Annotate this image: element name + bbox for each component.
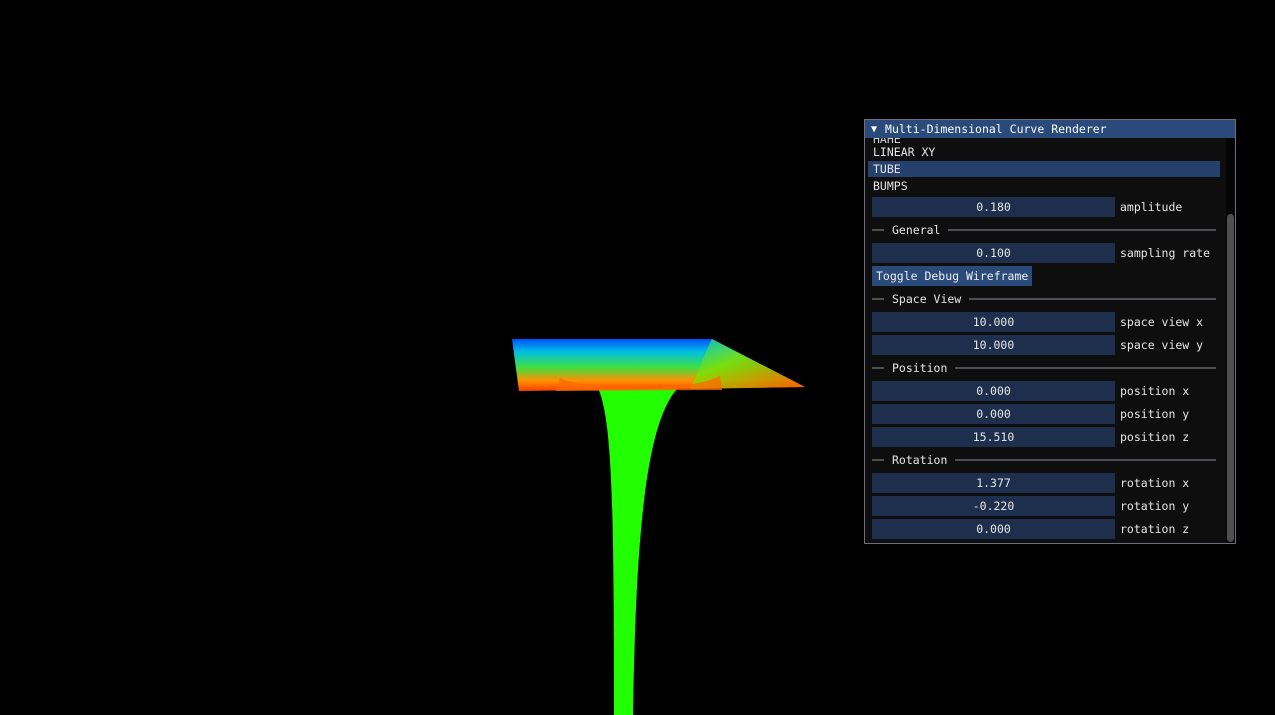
rotation-x-slider[interactable]: 1.377 <box>872 473 1115 493</box>
position-header: Position <box>892 361 948 375</box>
space-view-x-row: 10.000 space view x <box>872 312 1203 332</box>
curve-list-item-bumps[interactable]: BUMPS <box>868 178 1220 194</box>
vertical-scrollbar[interactable] <box>1226 138 1235 543</box>
position-x-slider[interactable]: 0.000 <box>872 381 1115 401</box>
rotation-x-label: rotation x <box>1120 476 1190 490</box>
amplitude-slider[interactable]: 0.180 <box>872 197 1115 217</box>
toggle-debug-wireframe-button[interactable]: Toggle Debug Wireframe <box>872 266 1033 286</box>
space-view-y-slider[interactable]: 10.000 <box>872 335 1115 355</box>
general-header: General <box>892 223 941 237</box>
space-view-y-label: space view y <box>1120 338 1204 352</box>
space-view-x-slider[interactable]: 10.000 <box>872 312 1115 332</box>
space-view-x-label: space view x <box>1120 315 1204 329</box>
position-x-row: 0.000 position x <box>872 381 1189 401</box>
rotation-y-row: -0.220 rotation y <box>872 496 1189 516</box>
window-title: Multi-Dimensional Curve Renderer <box>885 122 1107 136</box>
tube-stem <box>598 388 678 715</box>
rotation-y-slider[interactable]: -0.220 <box>872 496 1115 516</box>
space-view-separator: Space View <box>872 292 1216 306</box>
window-content: HAHE LINEAR XY TUBE BUMPS 0.180 amplitud… <box>865 138 1225 543</box>
position-x-label: position x <box>1120 384 1190 398</box>
rotation-z-row: 0.000 rotation z <box>872 519 1189 539</box>
scrollbar-thumb[interactable] <box>1227 214 1234 542</box>
sampling-rate-row: 0.100 sampling rate <box>872 243 1210 263</box>
sampling-rate-label: sampling rate <box>1120 246 1211 260</box>
window-title-bar[interactable]: ▼ Multi-Dimensional Curve Renderer <box>865 120 1235 138</box>
position-z-row: 15.510 position z <box>872 427 1189 447</box>
curve-list-item-tube[interactable]: TUBE <box>868 161 1220 177</box>
position-z-slider[interactable]: 15.510 <box>872 427 1115 447</box>
sampling-rate-slider[interactable]: 0.100 <box>872 243 1115 263</box>
position-y-row: 0.000 position y <box>872 404 1189 424</box>
rotation-z-slider[interactable]: 0.000 <box>872 519 1115 539</box>
curve-renderer-window[interactable]: ▼ Multi-Dimensional Curve Renderer HAHE … <box>864 119 1236 544</box>
rotation-separator: Rotation <box>872 453 1216 467</box>
rotation-y-label: rotation y <box>1120 499 1190 513</box>
amplitude-row: 0.180 amplitude <box>872 197 1182 217</box>
space-view-header: Space View <box>892 292 962 306</box>
position-y-label: position y <box>1120 407 1190 421</box>
general-separator: General <box>872 223 1216 237</box>
rotation-z-label: rotation z <box>1120 522 1190 536</box>
space-view-y-row: 10.000 space view y <box>872 335 1203 355</box>
position-separator: Position <box>872 361 1216 375</box>
position-y-slider[interactable]: 0.000 <box>872 404 1115 424</box>
curve-list-item-linear-xy[interactable]: LINEAR XY <box>868 144 1220 160</box>
position-z-label: position z <box>1120 430 1190 444</box>
collapse-arrow-icon[interactable]: ▼ <box>871 124 877 135</box>
amplitude-label: amplitude <box>1120 200 1183 214</box>
rotation-header: Rotation <box>892 453 948 467</box>
rotation-x-row: 1.377 rotation x <box>872 473 1189 493</box>
